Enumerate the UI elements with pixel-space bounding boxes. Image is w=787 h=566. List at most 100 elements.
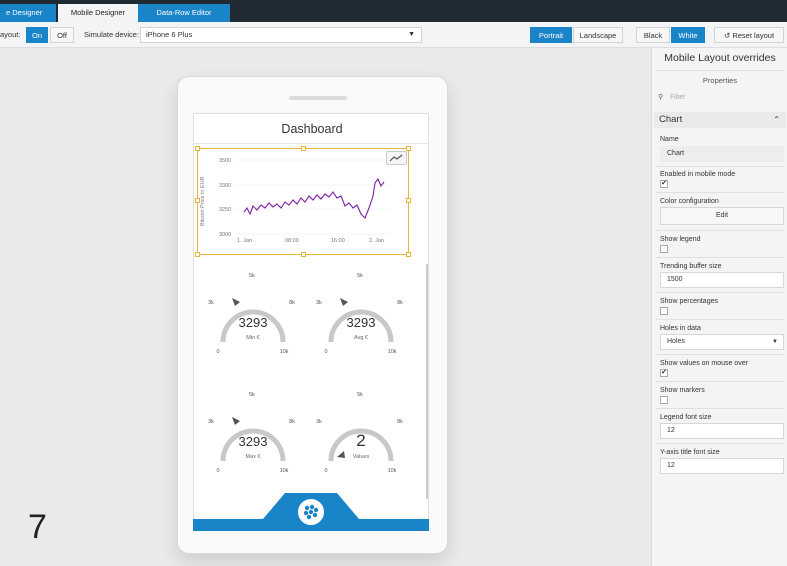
chevron-up-icon: ⌃ — [773, 115, 780, 124]
resize-handle[interactable] — [195, 252, 200, 257]
resize-handle[interactable] — [301, 252, 306, 257]
panel-title: Mobile Layout overrides — [664, 52, 776, 64]
editor-tab-bar: e Designer Mobile Designer Data-Row Edit… — [0, 0, 787, 22]
gauge-values: 5k 3k 8k 0 10k 2 Values — [316, 392, 403, 474]
device-select[interactable]: iPhone 6 Plus ▼ — [140, 27, 422, 43]
panel-subtitle: Properties — [702, 76, 738, 85]
chart-selection-frame[interactable] — [197, 148, 409, 255]
gauge-max-label: 10k — [388, 468, 397, 474]
trending-buffer-input[interactable]: 1500 — [660, 272, 784, 288]
gauge-left-label: 3k — [316, 419, 322, 425]
yaxis-font-label: Y-axis title font size — [660, 449, 720, 456]
gauge-top-label: 5k — [249, 273, 255, 279]
gauge-value: 3293 — [239, 434, 268, 449]
section-title: Chart — [659, 114, 683, 125]
search-icon: ⚲ — [658, 94, 664, 101]
app-logo[interactable] — [296, 497, 326, 527]
gauge-avg: 5k 3k 8k 0 10k 3293 Avg € — [316, 273, 403, 355]
layout-off-button[interactable]: Off — [50, 27, 74, 43]
reset-layout-button[interactable]: ↺ Reset layout — [714, 27, 784, 43]
page-number: 7 — [28, 508, 47, 546]
gauge-pointer — [232, 417, 240, 425]
logo-icon — [303, 504, 319, 520]
gauge-right-label: 8k — [397, 300, 403, 306]
filter-input[interactable]: ⚲ Filter — [656, 90, 784, 106]
chevron-down-icon: ▼ — [408, 31, 415, 38]
gauge-right-label: 8k — [289, 300, 295, 306]
phone-speaker — [289, 96, 347, 100]
gauge-top-label: 5k — [357, 273, 363, 279]
gauge-min-label: 0 — [216, 349, 219, 355]
show-markers-label: Show markers — [660, 387, 705, 394]
gauge-top-label: 5k — [249, 392, 255, 398]
gauge-right-label: 8k — [289, 419, 295, 425]
gauge-min-label: 0 — [324, 468, 327, 474]
resize-handle[interactable] — [195, 146, 200, 151]
resize-handle[interactable] — [195, 198, 200, 203]
tab-mobile-designer[interactable]: Mobile Designer — [58, 4, 138, 22]
legend-font-input[interactable]: 12 — [660, 423, 784, 439]
tab-data-row-editor[interactable]: Data-Row Editor — [138, 4, 230, 22]
gauge-left-label: 3k — [316, 300, 322, 306]
section-chart-header[interactable]: Chart ⌃ — [654, 112, 786, 128]
filter-placeholder: Filter — [670, 94, 686, 101]
gauge-min-label: 0 — [216, 468, 219, 474]
gauge-max: 5k 3k 8k 0 10k 3293 Max € — [208, 392, 295, 474]
show-legend-label: Show legend — [660, 236, 701, 243]
gauge-value: 3293 — [239, 315, 268, 330]
yaxis-font-input[interactable]: 12 — [660, 458, 784, 474]
edit-color-button[interactable]: Edit — [660, 207, 784, 225]
properties-panel: Mobile Layout overrides Properties ⚲ Fil… — [651, 48, 787, 566]
dashboard-title: Dashboard — [194, 114, 428, 144]
reset-icon: ↺ — [723, 31, 731, 40]
holes-select-value: Holes — [667, 338, 685, 345]
enabled-checkbox[interactable]: ✔ — [660, 180, 668, 188]
gauge-max-label: 10k — [388, 349, 397, 355]
holes-label: Holes in data — [660, 325, 701, 332]
screen-scrollbar[interactable] — [426, 264, 428, 499]
show-percentages-checkbox[interactable] — [660, 307, 668, 315]
black-theme-button[interactable]: Black — [636, 27, 670, 43]
portrait-button[interactable]: Portrait — [530, 27, 572, 43]
legend-font-label: Legend font size — [660, 414, 712, 421]
show-legend-checkbox[interactable] — [660, 245, 668, 253]
gauge-left-label: 3k — [208, 300, 214, 306]
show-values-checkbox[interactable]: ✔ — [660, 369, 668, 377]
chart-type-button[interactable] — [386, 151, 407, 165]
holes-select[interactable]: Holes ▼ — [660, 334, 784, 350]
gauge-pointer — [232, 298, 240, 306]
name-label: Name — [660, 136, 679, 143]
gauge-caption: Values — [353, 454, 370, 460]
tab-designer[interactable]: e Designer — [0, 4, 56, 22]
mobile-toolbar: ayout: On Off Simulate device: iPhone 6 … — [0, 22, 787, 48]
gauge-pointer — [340, 298, 348, 306]
chevron-down-icon: ▼ — [772, 339, 778, 345]
gauge-value: 2 — [356, 431, 365, 450]
landscape-button[interactable]: Landscape — [573, 27, 623, 43]
gauge-caption: Avg € — [354, 335, 368, 341]
gauge-pointer — [337, 451, 345, 458]
gauge-right-label: 8k — [397, 419, 403, 425]
show-percentages-label: Show percentages — [660, 298, 718, 305]
device-select-value: iPhone 6 Plus — [146, 30, 193, 39]
white-theme-button[interactable]: White — [671, 27, 705, 43]
line-chart-icon — [389, 154, 403, 162]
resize-handle[interactable] — [406, 198, 411, 203]
resize-handle[interactable] — [406, 146, 411, 151]
resize-handle[interactable] — [406, 252, 411, 257]
gauge-caption: Max € — [246, 454, 261, 460]
show-values-label: Show values on mouse over — [660, 360, 748, 367]
gauge-top-label: 5k — [357, 392, 363, 398]
resize-handle[interactable] — [301, 146, 306, 151]
layout-on-button[interactable]: On — [26, 27, 48, 43]
gauge-min-label: 0 — [324, 349, 327, 355]
show-markers-checkbox[interactable] — [660, 396, 668, 404]
gauge-max-label: 10k — [280, 468, 289, 474]
gauge-max-label: 10k — [280, 349, 289, 355]
layout-label: ayout: — [0, 30, 21, 39]
name-field[interactable]: Chart — [660, 146, 784, 162]
simulate-device-label: Simulate device: — [84, 30, 140, 39]
gauge-value: 3293 — [347, 315, 376, 330]
color-config-label: Color configuration — [660, 198, 719, 205]
reset-layout-label: Reset layout — [732, 31, 775, 40]
